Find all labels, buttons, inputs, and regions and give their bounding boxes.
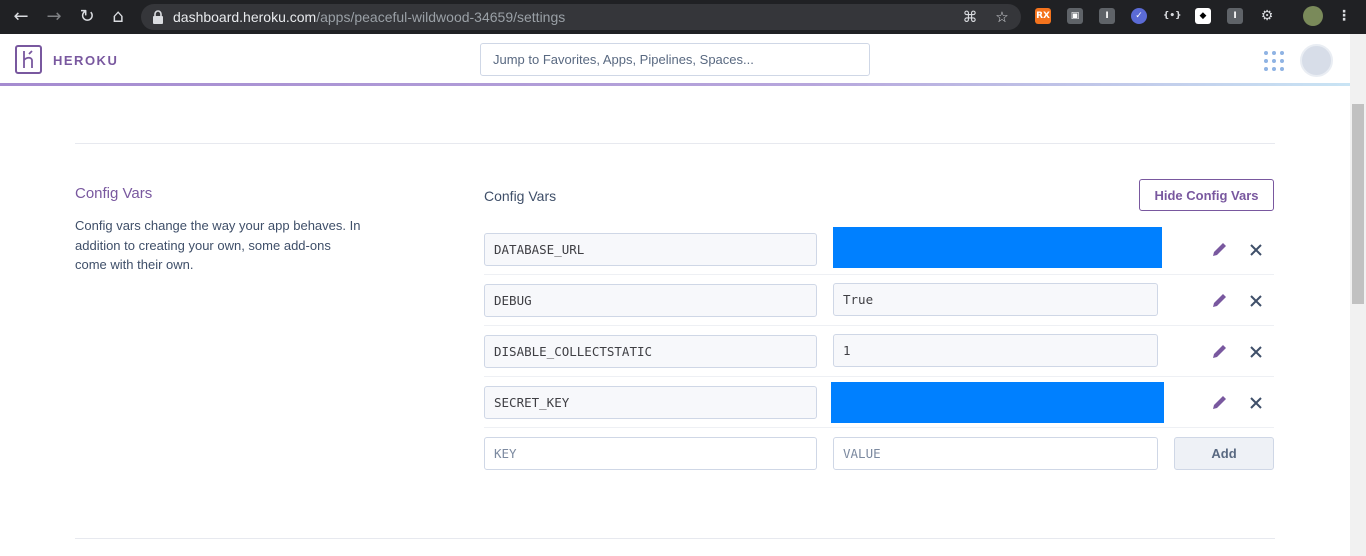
edit-pencil-icon[interactable]: [1210, 392, 1230, 412]
home-icon[interactable]: ⌂: [107, 6, 129, 28]
extension-rx-icon[interactable]: RX: [1035, 8, 1051, 24]
config-value-field[interactable]: 1: [833, 334, 1158, 367]
profile-avatar-icon[interactable]: [1303, 6, 1323, 26]
config-vars-label: Config Vars: [484, 188, 557, 204]
new-key-input[interactable]: [484, 437, 817, 470]
new-value-input[interactable]: [833, 437, 1158, 470]
hide-config-vars-button[interactable]: Hide Config Vars: [1139, 179, 1274, 211]
extension-gear-icon[interactable]: ⚙: [1259, 8, 1275, 24]
config-key-field[interactable]: DATABASE_URL: [484, 233, 817, 266]
translate-icon[interactable]: ⌘: [961, 8, 979, 26]
delete-x-icon[interactable]: [1247, 394, 1265, 412]
extension-check-icon[interactable]: ✓: [1131, 8, 1147, 24]
config-var-row: DISABLE_COLLECTSTATIC 1: [484, 326, 1274, 377]
config-var-row: SECRET_KEY: [484, 377, 1274, 428]
add-config-var-button[interactable]: Add: [1174, 437, 1274, 470]
config-value-field[interactable]: True: [833, 283, 1158, 316]
back-icon[interactable]: ←: [10, 6, 32, 28]
config-key-field[interactable]: DEBUG: [484, 284, 817, 317]
heroku-logo-icon[interactable]: [15, 45, 42, 74]
section-divider-bottom: [75, 538, 1275, 539]
edit-pencil-icon[interactable]: [1210, 341, 1230, 361]
redacted-value: [831, 382, 1164, 423]
extension-i-icon[interactable]: I: [1099, 8, 1115, 24]
jump-search-input[interactable]: [480, 43, 870, 76]
config-var-row: DEBUG True: [484, 275, 1274, 326]
new-config-var-row: Add: [484, 437, 1274, 488]
extension-json-icon[interactable]: {•}: [1163, 8, 1182, 24]
address-bar[interactable]: dashboard.heroku.com/apps/peaceful-wildw…: [141, 4, 1021, 30]
delete-x-icon[interactable]: [1247, 292, 1265, 310]
forward-icon[interactable]: →: [43, 6, 65, 28]
section-description: Config vars change the way your app beha…: [75, 218, 361, 272]
config-key-field[interactable]: DISABLE_COLLECTSTATIC: [484, 335, 817, 368]
reload-icon[interactable]: ↻: [76, 6, 98, 28]
redacted-value: [833, 227, 1162, 268]
delete-x-icon[interactable]: [1247, 343, 1265, 361]
extension-i2-icon[interactable]: I: [1227, 8, 1243, 24]
config-var-row: DATABASE_URL: [484, 224, 1274, 275]
extension-card-icon[interactable]: ▣: [1067, 8, 1083, 24]
edit-pencil-icon[interactable]: [1210, 290, 1230, 310]
brand-name[interactable]: HEROKU: [53, 53, 118, 68]
section-divider-top: [75, 143, 1275, 144]
apps-grid-icon[interactable]: [1264, 51, 1284, 71]
lock-icon: [153, 10, 163, 24]
delete-x-icon[interactable]: [1247, 241, 1265, 259]
user-avatar[interactable]: [1300, 44, 1333, 77]
section-title: Config Vars: [75, 185, 153, 202]
page-scrollbar[interactable]: [1350, 34, 1366, 556]
browser-menu-icon[interactable]: ⋮: [1336, 8, 1352, 24]
edit-pencil-icon[interactable]: [1210, 239, 1230, 259]
app-header: HEROKU: [0, 34, 1350, 86]
browser-toolbar: ← → ↻ ⌂ dashboard.heroku.com/apps/peacef…: [0, 0, 1366, 34]
extension-diamond-icon[interactable]: ◆: [1195, 8, 1211, 24]
config-key-field[interactable]: SECRET_KEY: [484, 386, 817, 419]
scrollbar-thumb[interactable]: [1352, 104, 1364, 304]
url-text: dashboard.heroku.com/apps/peaceful-wildw…: [173, 9, 566, 25]
star-icon[interactable]: ☆: [993, 8, 1011, 26]
